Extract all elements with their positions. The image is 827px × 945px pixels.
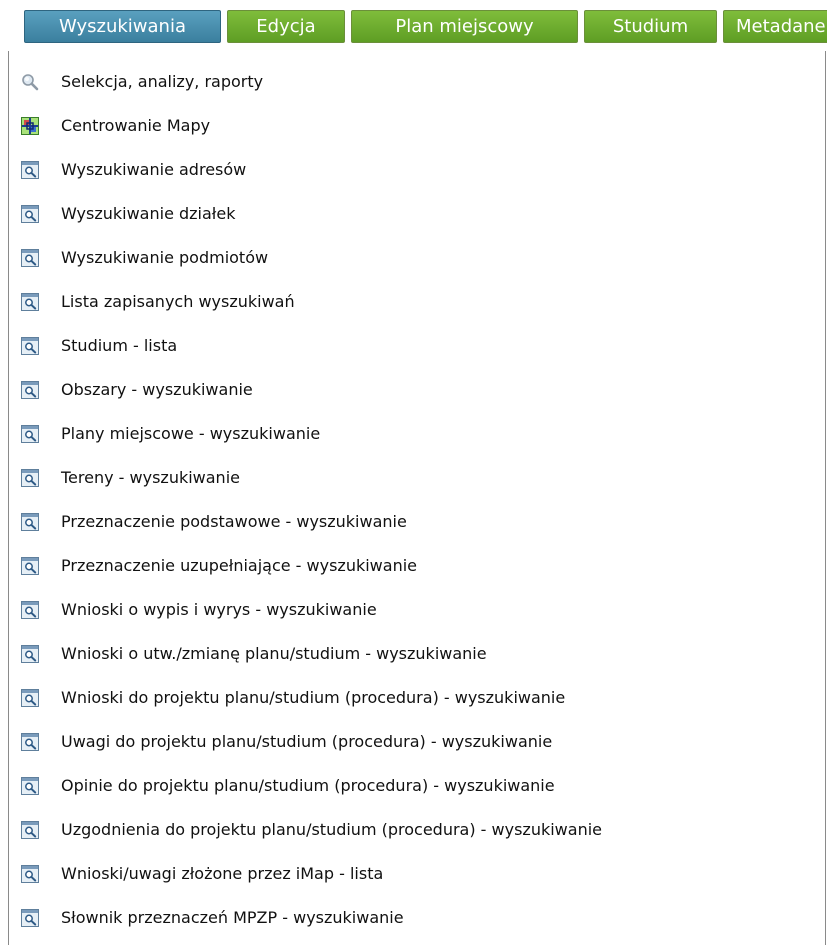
menu-item-label: Uwagi do projektu planu/studium (procedu…: [61, 732, 553, 751]
search-window-icon: [21, 557, 39, 575]
search-window-icon: [21, 909, 39, 927]
menu-item-label: Przeznaczenie uzupełniające - wyszukiwan…: [61, 556, 417, 575]
search-window-icon: [21, 601, 39, 619]
menu-item-label: Wnioski o wypis i wyrys - wyszukiwanie: [61, 600, 377, 619]
search-window-icon: [21, 733, 39, 751]
dropdown-menu: Selekcja, analizy, raporty Centrowanie M…: [8, 51, 826, 945]
menu-item-przeznaczenie-uzupelniajace[interactable]: Przeznaczenie uzupełniające - wyszukiwan…: [9, 548, 825, 584]
search-window-icon: [21, 381, 39, 399]
menu-item-label: Wyszukiwanie działek: [61, 204, 236, 223]
menu-item-przeznaczenie-podstawowe[interactable]: Przeznaczenie podstawowe - wyszukiwanie: [9, 504, 825, 540]
menu-item-centrowanie-mapy[interactable]: Centrowanie Mapy: [9, 108, 825, 144]
search-window-icon: [21, 161, 39, 179]
search-window-icon: [21, 689, 39, 707]
menu-item-wnioski-wypis-wyrys[interactable]: Wnioski o wypis i wyrys - wyszukiwanie: [9, 592, 825, 628]
menu-item-label: Wnioski do projektu planu/studium (proce…: [61, 688, 566, 707]
search-window-icon: [21, 205, 39, 223]
menu-item-obszary-wyszukiwanie[interactable]: Obszary - wyszukiwanie: [9, 372, 825, 408]
menu-item-label: Plany miejscowe - wyszukiwanie: [61, 424, 321, 443]
search-window-icon: [21, 513, 39, 531]
search-window-icon: [21, 337, 39, 355]
menu-item-selekcja[interactable]: Selekcja, analizy, raporty: [9, 64, 825, 100]
menu-item-label: Uzgodnienia do projektu planu/studium (p…: [61, 820, 602, 839]
menu-item-tereny-wyszukiwanie[interactable]: Tereny - wyszukiwanie: [9, 460, 825, 496]
menu-item-wnioski-utw-zmiane[interactable]: Wnioski o utw./zmianę planu/studium - wy…: [9, 636, 825, 672]
menu-item-label: Wyszukiwanie adresów: [61, 160, 247, 179]
menu-item-wyszukiwanie-podmiotow[interactable]: Wyszukiwanie podmiotów: [9, 240, 825, 276]
menu-item-label: Lista zapisanych wyszukiwań: [61, 292, 295, 311]
menu-item-uzgodnienia-do-projektu[interactable]: Uzgodnienia do projektu planu/studium (p…: [9, 812, 825, 848]
search-window-icon: [21, 865, 39, 883]
menu-item-label: Centrowanie Mapy: [61, 116, 211, 135]
menu-item-label: Wnioski o utw./zmianę planu/studium - wy…: [61, 644, 487, 663]
menu-item-wyszukiwanie-dzialek[interactable]: Wyszukiwanie działek: [9, 196, 825, 232]
menu-item-label: Słownik przeznaczeń MPZP - wyszukiwanie: [61, 908, 404, 927]
menu-item-studium-lista[interactable]: Studium - lista: [9, 328, 825, 364]
menu-item-uwagi-do-projektu[interactable]: Uwagi do projektu planu/studium (procedu…: [9, 724, 825, 760]
menu-item-wnioski-uwagi-imap[interactable]: Wnioski/uwagi złożone przez iMap - lista: [9, 856, 825, 892]
menu-item-wnioski-do-projektu[interactable]: Wnioski do projektu planu/studium (proce…: [9, 680, 825, 716]
tab-plan-miejscowy[interactable]: Plan miejscowy: [351, 10, 578, 43]
menu-item-label: Przeznaczenie podstawowe - wyszukiwanie: [61, 512, 407, 531]
menu-item-opinie-do-projektu[interactable]: Opinie do projektu planu/studium (proced…: [9, 768, 825, 804]
menu-item-label: Opinie do projektu planu/studium (proced…: [61, 776, 555, 795]
menu-item-slownik-przeznaczen[interactable]: Słownik przeznaczeń MPZP - wyszukiwanie: [9, 900, 825, 936]
tab-edycja[interactable]: Edycja: [227, 10, 345, 43]
magnifier-icon: [21, 73, 39, 91]
tab-studium[interactable]: Studium: [584, 10, 717, 43]
search-window-icon: [21, 469, 39, 487]
menu-item-lista-zapisanych-wyszukiwan[interactable]: Lista zapisanych wyszukiwań: [9, 284, 825, 320]
menu-item-label: Selekcja, analizy, raporty: [61, 72, 264, 91]
menu-item-wyszukiwanie-adresow[interactable]: Wyszukiwanie adresów: [9, 152, 825, 188]
tab-bar: Wyszukiwania Edycja Plan miejscowy Studi…: [0, 0, 827, 50]
search-window-icon: [21, 645, 39, 663]
menu-item-label: Studium - lista: [61, 336, 178, 355]
menu-item-label: Tereny - wyszukiwanie: [61, 468, 240, 487]
search-window-icon: [21, 425, 39, 443]
search-window-icon: [21, 293, 39, 311]
search-window-icon: [21, 821, 39, 839]
search-window-icon: [21, 777, 39, 795]
menu-item-plany-miejscowe-wyszukiwanie[interactable]: Plany miejscowe - wyszukiwanie: [9, 416, 825, 452]
menu-item-label: Wnioski/uwagi złożone przez iMap - lista: [61, 864, 384, 883]
search-window-icon: [21, 249, 39, 267]
tab-wyszukiwania[interactable]: Wyszukiwania: [24, 10, 221, 43]
menu-item-label: Wyszukiwanie podmiotów: [61, 248, 269, 267]
menu-item-label: Obszary - wyszukiwanie: [61, 380, 253, 399]
tab-metadane[interactable]: Metadane: [723, 10, 827, 43]
map-center-icon: [21, 117, 39, 135]
